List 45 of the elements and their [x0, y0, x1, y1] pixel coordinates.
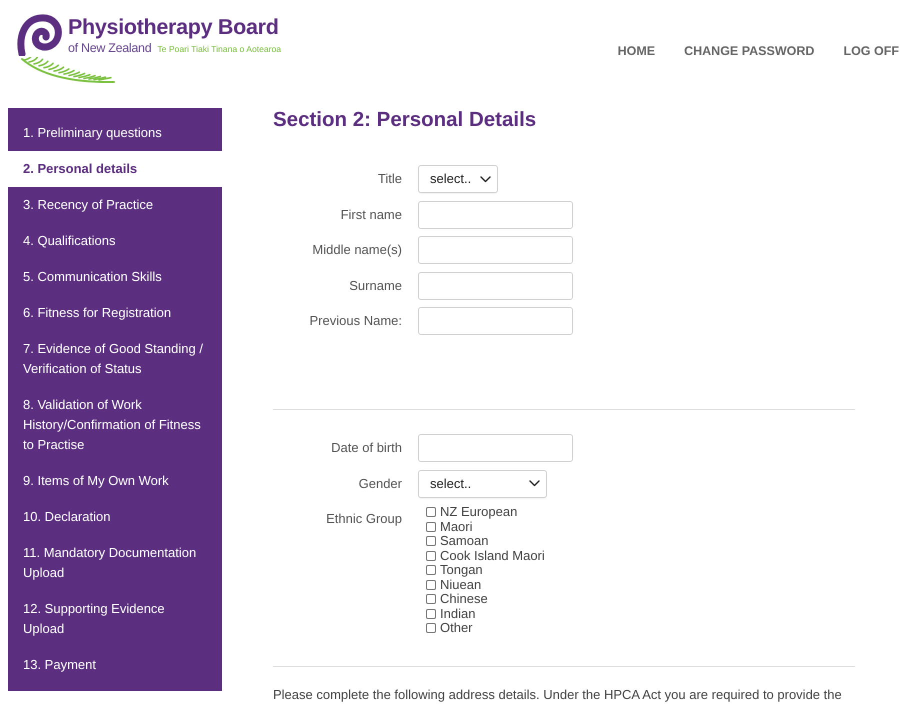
input-field[interactable]: [418, 434, 573, 462]
input-field[interactable]: [418, 200, 573, 228]
checkbox-label: Indian: [440, 606, 476, 621]
section-heading: Section 2: Personal Details: [273, 108, 538, 132]
checkbox[interactable]: [426, 580, 436, 590]
address-note: Please complete the following address details. Under the HPCA Act you are required to provide the: [273, 686, 843, 702]
logo-title: Physiotherapy Board: [68, 14, 280, 40]
checkbox[interactable]: [426, 507, 436, 518]
checkbox-label: Chinese: [440, 592, 488, 606]
logo-subtitle: of New Zealand: [68, 40, 152, 56]
field-label: Previous Name:: [308, 312, 402, 330]
input-field[interactable]: [418, 272, 573, 300]
nav-link[interactable]: HOME: [618, 44, 656, 58]
logo-tagline: Te Poari Tiaki Tinana o Aotearoa: [157, 43, 282, 56]
field-label: Date of birth: [330, 439, 402, 458]
checkbox-label: Other: [440, 621, 473, 636]
checkbox-label: Tongan: [440, 563, 483, 578]
checkbox-label: Cook Island Maori: [440, 548, 545, 563]
koru-logo-icon: [16, 14, 62, 56]
checkbox-label: Samoan: [440, 534, 488, 548]
sidebar-item[interactable]: 2. Personal details: [8, 151, 222, 187]
select-dropdown[interactable]: select..: [418, 470, 547, 498]
nav-link[interactable]: LOG OFF: [843, 44, 899, 58]
checkbox-label: Maori: [440, 520, 473, 534]
field-label: Title: [376, 170, 402, 188]
checkbox-label: NZ European: [440, 505, 518, 520]
checkbox[interactable]: [426, 623, 436, 634]
chevron-down-icon: [529, 480, 540, 487]
field-label: Surname: [348, 276, 402, 295]
field-label: Gender: [358, 474, 402, 493]
input-field[interactable]: [418, 236, 573, 264]
checkbox[interactable]: [426, 522, 436, 532]
field-label: Middle name(s): [311, 241, 402, 260]
checkbox-label: Niuean: [440, 578, 482, 592]
checkbox[interactable]: [426, 536, 436, 546]
checkbox[interactable]: [426, 565, 436, 576]
select-dropdown[interactable]: select..: [418, 165, 498, 193]
chevron-down-icon: [480, 176, 491, 182]
field-label: Ethnic Group: [325, 510, 402, 528]
input-field[interactable]: [418, 307, 573, 335]
nav-link[interactable]: CHANGE PASSWORD: [684, 44, 814, 58]
field-label: First name: [340, 206, 402, 224]
checkbox[interactable]: [426, 550, 436, 561]
checkbox[interactable]: [426, 594, 436, 604]
checkbox[interactable]: [426, 608, 436, 619]
